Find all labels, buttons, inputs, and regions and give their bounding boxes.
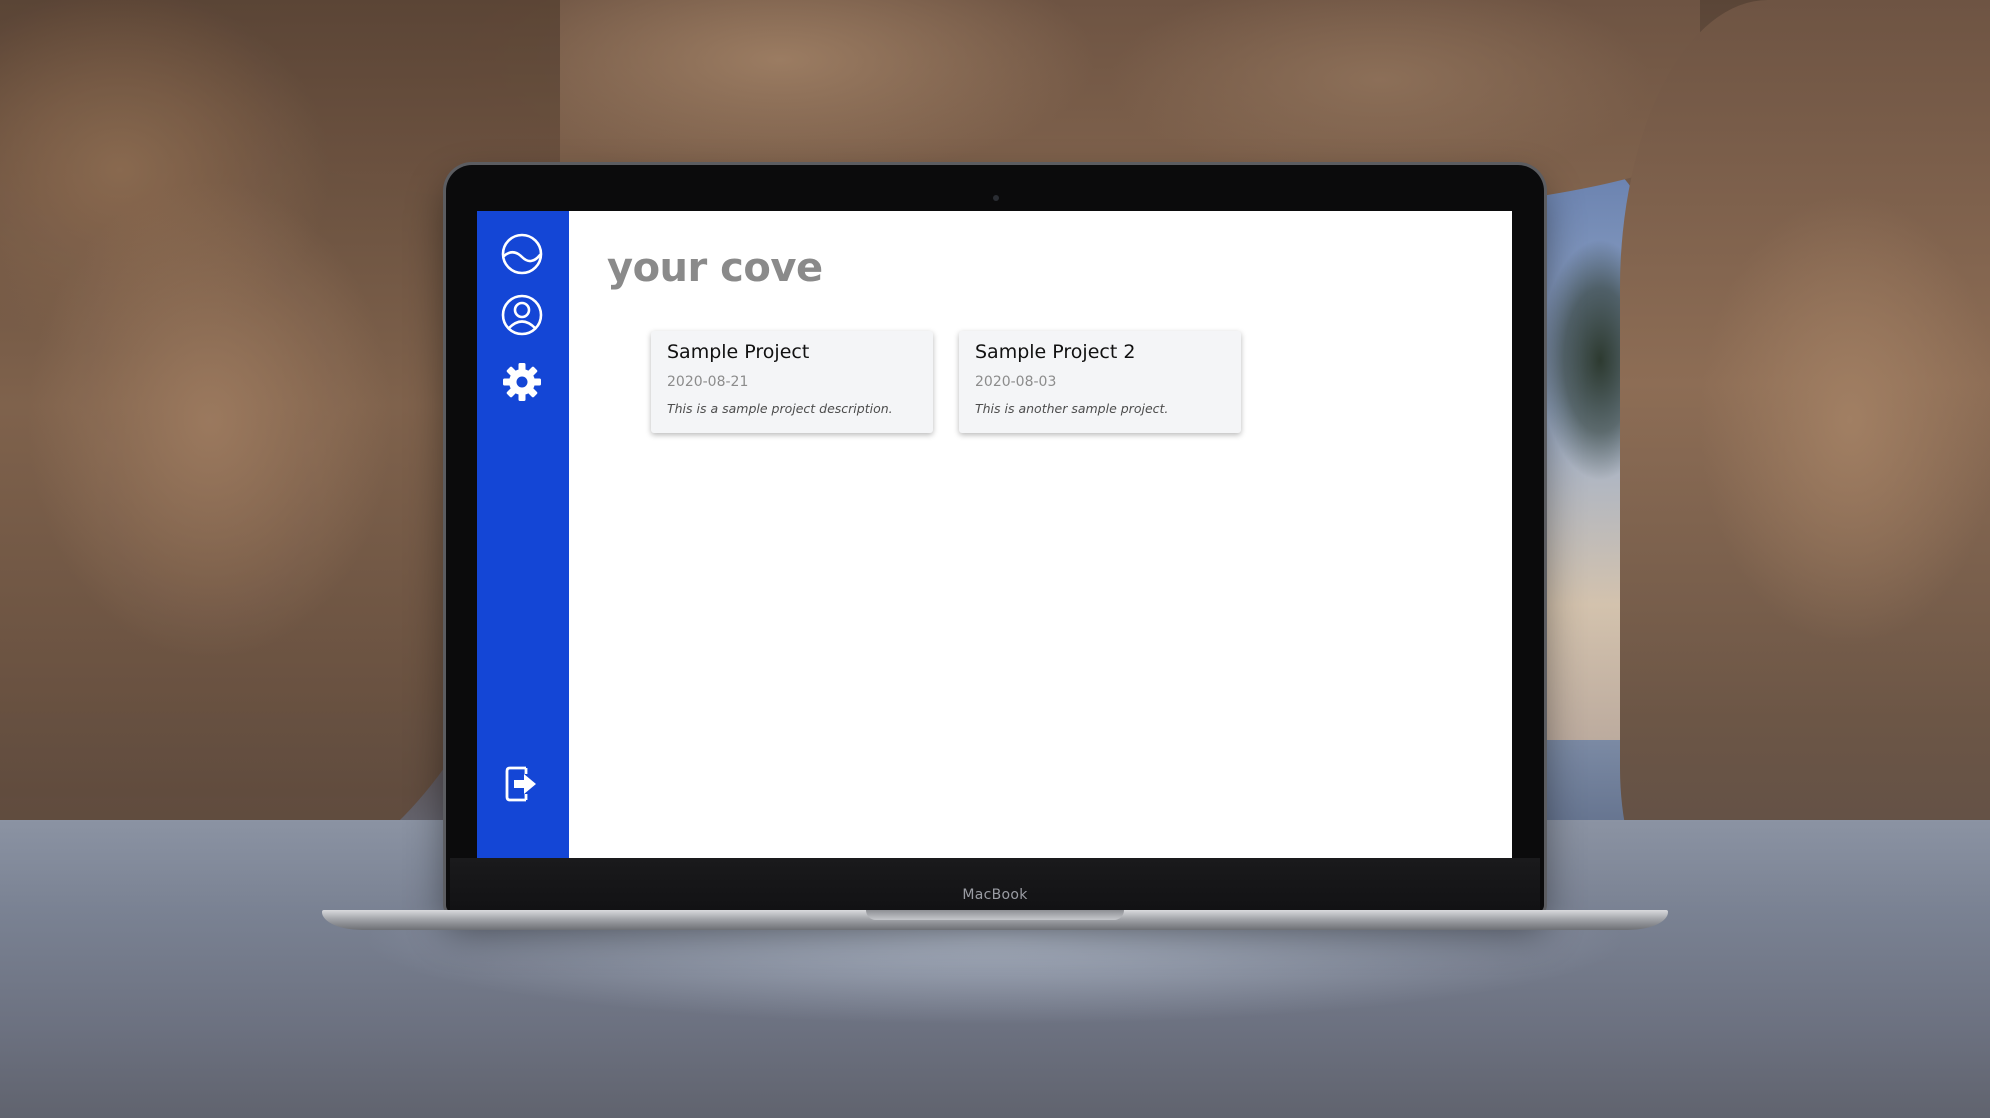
page-title: your cove	[607, 245, 823, 291]
user-profile-icon	[501, 294, 543, 336]
sidebar-item-home[interactable]	[499, 231, 545, 277]
project-description: This is a sample project description.	[667, 401, 893, 416]
gear-icon	[503, 363, 541, 401]
sidebar-item-settings[interactable]	[499, 359, 545, 405]
app-screen: your cove Sample Project 2020-08-21 This…	[477, 211, 1512, 858]
main-content: your cove Sample Project 2020-08-21 This…	[569, 211, 1512, 858]
webcam	[993, 195, 999, 201]
project-name: Sample Project 2	[975, 341, 1136, 363]
sidebar	[477, 211, 569, 858]
device-brand-label: MacBook	[962, 887, 1028, 903]
project-card[interactable]: Sample Project 2 2020-08-03 This is anot…	[959, 331, 1241, 433]
project-description: This is another sample project.	[975, 401, 1169, 416]
laptop-hinge-notch	[866, 910, 1124, 920]
cave-wall-right	[1620, 0, 1990, 960]
sidebar-item-logout[interactable]	[499, 761, 545, 807]
cove-logo-icon	[501, 233, 543, 275]
logout-icon	[505, 766, 536, 802]
project-date: 2020-08-03	[975, 374, 1057, 390]
project-name: Sample Project	[667, 341, 810, 363]
project-card[interactable]: Sample Project 2020-08-21 This is a samp…	[651, 331, 933, 433]
sidebar-item-profile[interactable]	[499, 292, 545, 338]
project-date: 2020-08-21	[667, 374, 749, 390]
